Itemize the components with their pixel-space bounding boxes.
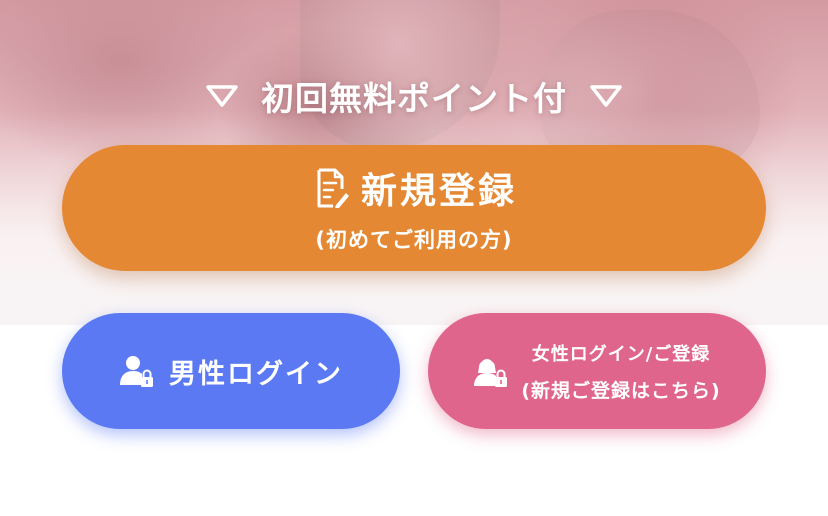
banner-text: 初回無料ポイント付	[261, 79, 567, 118]
register-label: 新規登録	[360, 171, 517, 212]
male-login-button[interactable]: 男性ログイン	[62, 313, 400, 429]
female-user-lock-icon	[474, 359, 508, 387]
user-lock-icon	[120, 356, 153, 387]
triangle-down-icon	[206, 85, 238, 107]
register-main-row: 新規登録	[311, 162, 517, 214]
male-login-label: 男性ログイン	[169, 358, 343, 390]
register-button[interactable]: 新規登録 (初めてご利用の方)	[62, 145, 766, 271]
female-login-label: 女性ログイン/ご登録	[531, 343, 711, 365]
triangle-down-icon	[590, 85, 622, 107]
page: 初回無料ポイント付 新規登録 (初めてご利用の方) 男性ログイン 女性ログイン/…	[0, 0, 828, 516]
female-login-text: 女性ログイン/ご登録 (新規ご登録はこちら)	[521, 340, 720, 403]
free-points-banner: 初回無料ポイント付	[0, 70, 828, 122]
document-edit-icon	[317, 168, 349, 208]
female-login-button[interactable]: 女性ログイン/ご登録 (新規ご登録はこちら)	[428, 313, 766, 429]
female-register-sub-label: (新規ご登録はこちら)	[521, 379, 721, 402]
register-sub-label: (初めてご利用の方)	[315, 228, 513, 252]
